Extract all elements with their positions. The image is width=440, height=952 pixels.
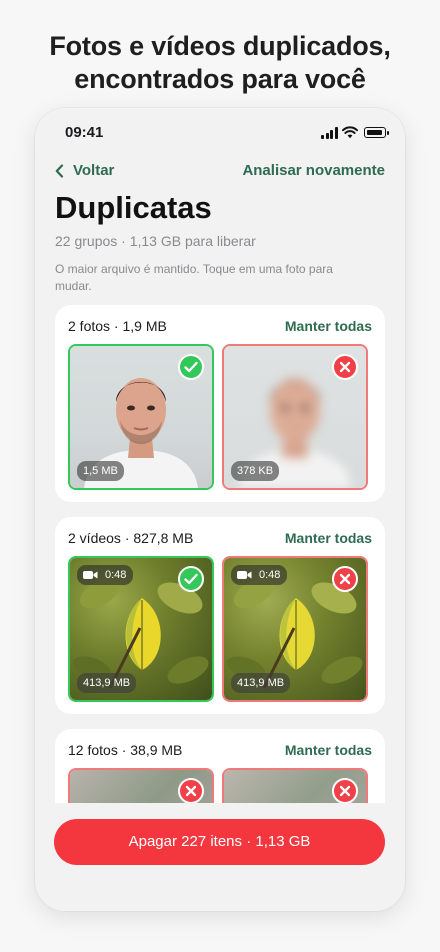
video-camera-icon	[237, 571, 252, 579]
group-title: 2 vídeos · 827,8 MB	[68, 530, 194, 546]
video-duration-badge: 0:48	[77, 565, 134, 585]
promo-headline-line-1: Fotos e vídeos duplicados,	[49, 31, 391, 61]
video-thumbnail-kept[interactable]: 0:48 413,9 MB	[68, 556, 214, 702]
video-camera-icon	[83, 571, 98, 579]
video-thumbnail-delete[interactable]: 0:48 413,9 MB	[222, 556, 368, 702]
group-header: 12 fotos · 38,9 MB Manter todas	[68, 742, 372, 762]
photo-thumbnail-kept[interactable]: 1,5 MB	[68, 344, 214, 490]
group-header: 2 fotos · 1,9 MB Manter todas	[68, 318, 372, 338]
navigation-bar: Voltar Analisar novamente	[35, 160, 405, 184]
keep-all-button[interactable]: Manter todas	[285, 530, 372, 546]
duplicate-group-card: 2 fotos · 1,9 MB Manter todas 1,5 MB 378…	[55, 305, 385, 502]
video-duration: 0:48	[259, 569, 281, 581]
group-header: 2 vídeos · 827,8 MB Manter todas	[68, 530, 372, 550]
back-button-label: Voltar	[73, 162, 115, 179]
delete-x-icon[interactable]	[332, 566, 358, 592]
file-size-badge: 413,9 MB	[231, 673, 291, 693]
keep-checkmark-icon[interactable]	[178, 566, 204, 592]
file-size-badge: 378 KB	[231, 461, 280, 481]
page-hint: O maior arquivo é mantido. Toque em uma …	[55, 262, 333, 293]
video-duration: 0:48	[105, 569, 127, 581]
signal-icon	[321, 127, 339, 139]
file-size-badge: 413,9 MB	[77, 673, 137, 693]
promo-headline: Fotos e vídeos duplicados, encontrados p…	[0, 30, 440, 96]
delete-x-icon[interactable]	[332, 354, 358, 380]
file-size-badge: 1,5 MB	[77, 461, 124, 481]
group-title: 12 fotos · 38,9 MB	[68, 742, 183, 758]
keep-checkmark-icon[interactable]	[178, 354, 204, 380]
wifi-icon	[342, 126, 358, 139]
promo-headline-line-2: encontrados para você	[74, 64, 366, 94]
video-duration-badge: 0:48	[231, 565, 288, 585]
duplicate-group-card: 2 vídeos · 827,8 MB Manter todas 0:48 41…	[55, 517, 385, 714]
photo-thumbnail-delete[interactable]: 378 KB	[222, 344, 368, 490]
delete-x-icon[interactable]	[178, 778, 204, 804]
status-time: 09:41	[65, 124, 104, 141]
bottom-action-bar: Apagar 227 itens · 1,13 GB	[35, 803, 405, 911]
group-title: 2 fotos · 1,9 MB	[68, 318, 167, 334]
keep-all-button[interactable]: Manter todas	[285, 742, 372, 758]
page-title: Duplicatas	[55, 190, 212, 225]
page-subtitle: 22 grupos · 1,13 GB para liberar	[55, 233, 256, 249]
status-bar: 09:41	[35, 108, 405, 158]
reanalyze-button[interactable]: Analisar novamente	[242, 162, 385, 179]
delete-x-icon[interactable]	[332, 778, 358, 804]
phone-frame: 09:41 Voltar Analisar novamente Duplicat…	[35, 108, 405, 911]
chevron-left-icon	[55, 163, 64, 178]
keep-all-button[interactable]: Manter todas	[285, 318, 372, 334]
delete-items-button[interactable]: Apagar 227 itens · 1,13 GB	[54, 819, 385, 865]
back-button[interactable]: Voltar	[55, 162, 114, 179]
battery-icon	[364, 127, 389, 138]
